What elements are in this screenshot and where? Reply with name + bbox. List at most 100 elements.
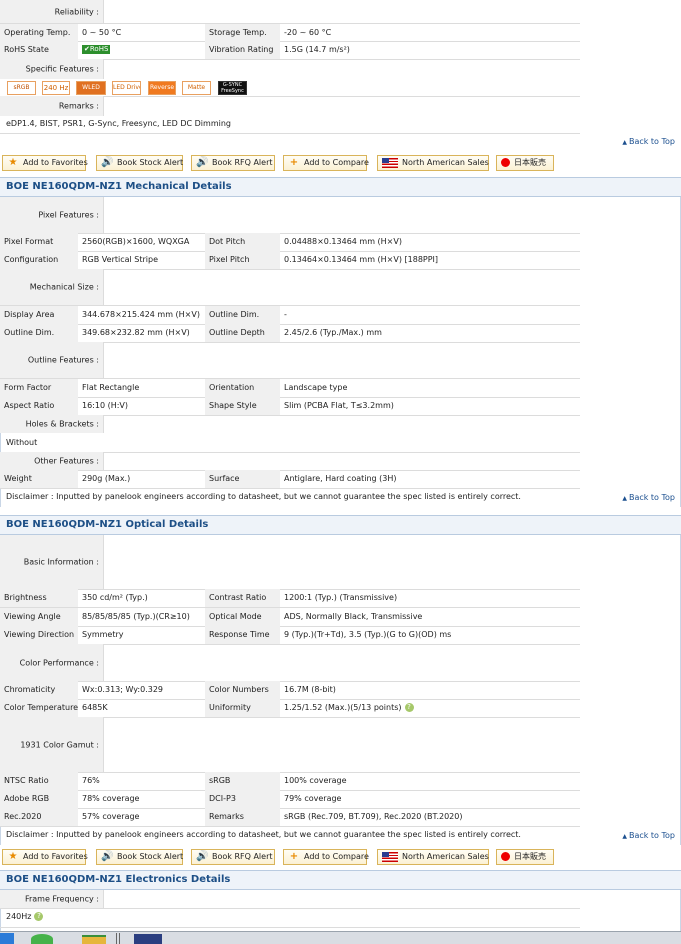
help-icon[interactable]: ? — [34, 912, 44, 921]
spec-label: Shape Style — [205, 397, 280, 415]
spec-label: Weight — [0, 470, 78, 488]
window-thumbnail-icon[interactable] — [126, 933, 170, 944]
taskbar — [0, 931, 681, 944]
spec-value: 85/85/85/85 (Typ.)(CR≥10) — [82, 612, 190, 621]
spec-label: Rec.2020 — [0, 808, 78, 826]
spec-row: Configuration RGB Vertical Stripe Pixel … — [0, 251, 580, 269]
rohs-badge: ✔RoHS — [82, 45, 111, 54]
back-to-top-link[interactable]: Back to Top — [622, 493, 675, 502]
japan-sales-button[interactable]: 日本販売 — [496, 849, 554, 865]
optical-section-header: BOE NE160QDM-NZ1 Optical Details — [0, 515, 681, 535]
spec-value: 78% coverage — [82, 794, 140, 803]
japan-sales-button[interactable]: 日本販売 — [496, 155, 554, 171]
spec-label: Orientation — [205, 379, 280, 397]
spec-value: -20 ~ 60 °C — [284, 28, 332, 37]
mechanical-section-header: BOE NE160QDM-NZ1 Mechanical Details — [0, 177, 681, 197]
back-to-top-link[interactable]: Back to Top — [622, 137, 675, 146]
add-to-compare-button[interactable]: + Add to Compare — [283, 849, 369, 865]
speaker-icon: 🔊 — [101, 851, 114, 862]
pixel-features-label: Pixel Features : — [0, 197, 104, 233]
book-rfq-alert-button[interactable]: 🔊 Book RFQ Alert — [191, 849, 275, 865]
add-to-favorites-button[interactable]: ★ Add to Favorites — [2, 155, 88, 171]
feature-gsync-freesync-icon: G-SYNC FreeSync — [218, 81, 247, 95]
japan-flag-icon — [501, 158, 510, 167]
start-icon[interactable] — [0, 933, 14, 944]
file-manager-icon[interactable] — [76, 933, 112, 944]
spec-row: Adobe RGB 78% coverage DCI-P3 79% covera… — [0, 790, 580, 808]
section-title: BOE NE160QDM-NZ1 Electronics Details — [6, 874, 231, 885]
spec-value: 1.25/1.52 (Max.)(5/13 points) — [284, 703, 402, 712]
spec-label: Form Factor — [0, 379, 78, 397]
spec-label: Chromaticity — [0, 681, 78, 699]
feature-matte-icon: Matte — [182, 81, 211, 95]
spec-row: Pixel Format 2560(RGB)×1600, WQXGA Dot P… — [0, 233, 580, 251]
spec-value: Symmetry — [82, 630, 124, 639]
speaker-icon: 🔊 — [196, 157, 209, 168]
section-title: BOE NE160QDM-NZ1 Mechanical Details — [6, 181, 232, 192]
spec-label: Adobe RGB — [0, 790, 78, 808]
spec-value: 0.04488×0.13464 mm (H×V) — [284, 237, 402, 246]
spec-label: Outline Dim. — [0, 324, 78, 342]
spec-label: Viewing Angle — [0, 608, 78, 626]
taskbar-divider — [116, 933, 120, 944]
specific-features-label: Specific Features : — [0, 59, 104, 79]
spec-row: Brightness 350 cd/m² (Typ.) Contrast Rat… — [0, 589, 580, 607]
star-icon: ★ — [8, 851, 18, 862]
spec-label: Dot Pitch — [205, 233, 280, 251]
book-stock-alert-button[interactable]: 🔊 Book Stock Alert — [96, 155, 183, 171]
spec-label: Brightness — [0, 589, 78, 607]
plus-icon: + — [289, 851, 299, 862]
spec-label: Outline Dim. — [205, 306, 280, 324]
spec-label: Response Time — [205, 626, 280, 644]
spec-value: Flat Rectangle — [82, 383, 140, 392]
spec-label: Pixel Format — [0, 233, 78, 251]
book-stock-alert-button[interactable]: 🔊 Book Stock Alert — [96, 849, 183, 865]
add-to-compare-button[interactable]: + Add to Compare — [283, 155, 369, 171]
spec-label: Color Temperature — [0, 699, 78, 717]
color-gamut-label: 1931 Color Gamut : — [0, 717, 104, 772]
north-american-sales-button[interactable]: North American Sales — [377, 849, 489, 865]
spec-label: NTSC Ratio — [0, 772, 78, 790]
spec-label: Configuration — [0, 251, 78, 269]
spec-row: Weight 290g (Max.) Surface Antiglare, Ha… — [0, 470, 580, 488]
back-to-top-link[interactable]: Back to Top — [622, 831, 675, 840]
reliability-header: Reliability : — [54, 7, 99, 17]
spec-value: 16.7M (8-bit) — [284, 685, 336, 694]
north-american-sales-button[interactable]: North American Sales — [377, 155, 489, 171]
spec-value: sRGB (Rec.709, BT.709), Rec.2020 (BT.202… — [284, 812, 463, 821]
disclaimer: Disclaimer : Inputted by panelook engine… — [6, 830, 521, 839]
spec-label: sRGB — [205, 772, 280, 790]
help-icon[interactable]: ? — [404, 703, 414, 712]
other-features-label: Other Features : — [0, 452, 104, 470]
spec-value: 2.45/2.6 (Typ./Max.) mm — [284, 328, 382, 337]
spec-value: 100% coverage — [284, 776, 347, 785]
spec-row: Viewing Angle 85/85/85/85 (Typ.)(CR≥10) … — [0, 608, 580, 626]
spec-value: 2560(RGB)×1600, WQXGA — [82, 237, 190, 246]
us-flag-icon — [382, 157, 398, 168]
spec-value: ADS, Normally Black, Transmissive — [284, 612, 423, 621]
spec-label: Uniformity — [205, 699, 280, 717]
spec-value: 0 ~ 50 °C — [82, 28, 122, 37]
spec-label: Optical Mode — [205, 608, 280, 626]
book-rfq-alert-button[interactable]: 🔊 Book RFQ Alert — [191, 155, 275, 171]
speaker-icon: 🔊 — [101, 157, 114, 168]
spec-label: Outline Depth — [205, 324, 280, 342]
spec-row: Display Area 344.678×215.424 mm (H×V) Ou… — [0, 306, 580, 324]
spec-value: 350 cd/m² (Typ.) — [82, 593, 148, 602]
section-title: BOE NE160QDM-NZ1 Optical Details — [6, 519, 209, 530]
add-to-favorites-button[interactable]: ★ Add to Favorites — [2, 849, 88, 865]
color-performance-label: Color Performance : — [0, 644, 104, 681]
spec-row: Chromaticity Wx:0.313; Wy:0.329 Color Nu… — [0, 681, 580, 699]
mechanical-size-label: Mechanical Size : — [0, 269, 104, 305]
spec-label: Aspect Ratio — [0, 397, 78, 415]
spec-value: 9 (Typ.)(Tr+Td), 3.5 (Typ.)(G to G)(OD) … — [284, 630, 452, 639]
spec-value: Wx:0.313; Wy:0.329 — [82, 685, 163, 694]
spec-label: Surface — [205, 470, 280, 488]
spec-label: Contrast Ratio — [205, 589, 280, 607]
spec-label: Vibration Rating — [205, 41, 280, 59]
spec-value: 349.68×232.82 mm (H×V) — [82, 328, 190, 337]
spec-row-operating-temp: Operating Temp. 0 ~ 50 °C Storage Temp. … — [0, 24, 580, 42]
chat-app-icon[interactable] — [22, 933, 62, 944]
basic-information-label: Basic Information : — [0, 535, 104, 589]
spec-row: Rec.2020 57% coverage Remarks sRGB (Rec.… — [0, 808, 580, 826]
